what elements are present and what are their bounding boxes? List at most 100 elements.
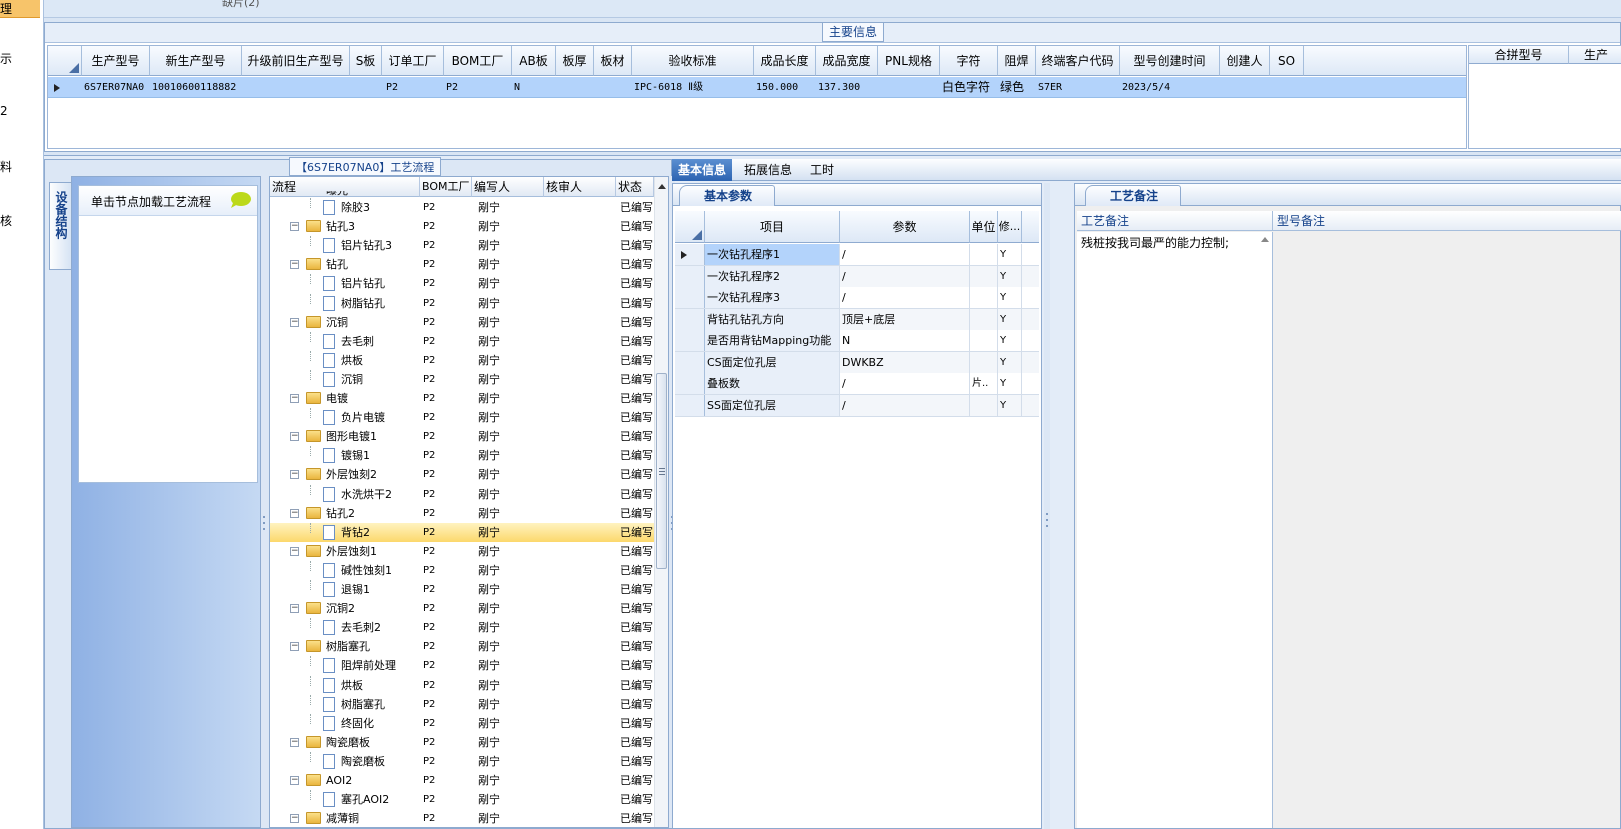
tree-scroll-thumb[interactable] bbox=[656, 373, 667, 569]
tab-work-hours[interactable]: 工时 bbox=[804, 159, 840, 181]
tree-header-status[interactable]: 状态 bbox=[616, 177, 654, 197]
left-nav-active-item[interactable]: 理 bbox=[0, 0, 40, 18]
param-row[interactable]: 一次钻孔程序2/ Y bbox=[675, 265, 1039, 288]
param-cell-modify[interactable]: Y bbox=[998, 330, 1022, 351]
param-cell-unit[interactable] bbox=[970, 308, 998, 330]
cell-customer-code[interactable]: S7ER bbox=[1036, 77, 1120, 98]
left-nav-item[interactable]: 示 bbox=[0, 50, 12, 67]
cell-model[interactable]: 6S7ER07NA0 bbox=[82, 77, 150, 98]
param-cell-item[interactable]: 一次钻孔程序1 bbox=[705, 244, 840, 265]
param-cell-value[interactable]: / bbox=[840, 373, 970, 394]
tab-basic-info[interactable]: 基本信息 bbox=[672, 159, 733, 181]
param-cell-unit[interactable]: 片.. bbox=[970, 373, 998, 394]
col-header-model[interactable]: 生产型号 bbox=[82, 46, 150, 76]
col-header-creator[interactable]: 创建人 bbox=[1220, 46, 1270, 76]
cell-material[interactable] bbox=[594, 77, 632, 98]
tree-row[interactable]: − 钻孔2 P2 剐宁 已编写 bbox=[270, 504, 654, 523]
col-header-thickness[interactable]: 板厚 bbox=[556, 46, 594, 76]
collapse-toggle-icon[interactable]: − bbox=[290, 604, 299, 614]
splitter-handle-remarks[interactable] bbox=[1044, 183, 1050, 829]
left-nav-item[interactable]: 料 bbox=[0, 158, 12, 175]
tree-row[interactable]: 树脂钻孔 P2 剐宁 已编写 bbox=[270, 293, 654, 313]
remark-scrollbar[interactable] bbox=[1258, 232, 1272, 828]
tree-header-reviewer[interactable]: 核审人 bbox=[544, 177, 616, 197]
col-header-order-factory[interactable]: 订单工厂 bbox=[382, 46, 444, 76]
cell-created-time[interactable]: 2023/5/4 bbox=[1120, 77, 1220, 98]
tree-row[interactable]: − 钻孔 P2 剐宁 已编写 bbox=[270, 255, 654, 274]
param-cell-unit[interactable] bbox=[970, 265, 998, 287]
cell-thickness[interactable] bbox=[556, 77, 594, 98]
tree-row[interactable]: − 沉铜 P2 剐宁 已编写 bbox=[270, 313, 654, 332]
model-remark-textarea[interactable] bbox=[1274, 232, 1620, 828]
param-row[interactable]: 是否用背钻Mapping功能 N Y bbox=[675, 330, 1039, 352]
cell-bom-factory[interactable]: P2 bbox=[444, 77, 512, 98]
col-header-so[interactable]: SO bbox=[1270, 46, 1304, 76]
param-row[interactable]: SS面定位孔层 / Y bbox=[675, 394, 1039, 417]
param-cell-item[interactable]: 一次钻孔程序3 bbox=[705, 287, 840, 308]
left-nav-item[interactable]: 核 bbox=[0, 212, 12, 229]
param-header-value[interactable]: 参数 bbox=[840, 211, 970, 243]
tree-row[interactable]: 终固化 P2 剐宁 已编写 bbox=[270, 713, 654, 733]
collapse-toggle-icon[interactable]: − bbox=[290, 546, 299, 556]
param-cell-unit[interactable] bbox=[970, 394, 998, 416]
scroll-up-icon[interactable] bbox=[656, 182, 668, 190]
tree-scrollbar[interactable] bbox=[654, 177, 668, 827]
param-header-item[interactable]: 项目 bbox=[705, 211, 840, 243]
tree-row[interactable]: − 外层蚀刻2 P2 剐宁 已编写 bbox=[270, 465, 654, 484]
cell-standard[interactable]: IPC-6018 Ⅱ级 bbox=[632, 77, 754, 98]
tree-row[interactable]: − 树脂塞孔 P2 剐宁 已编写 bbox=[270, 637, 654, 656]
collapse-toggle-icon[interactable]: − bbox=[290, 317, 299, 327]
col-header-ab-board[interactable]: AB板 bbox=[512, 46, 556, 76]
collapse-toggle-icon[interactable]: − bbox=[290, 432, 299, 442]
cell-old-model[interactable] bbox=[242, 77, 350, 98]
param-cell-modify[interactable]: Y bbox=[998, 351, 1022, 373]
tree-row[interactable]: 烘板 P2 剐宁 已编写 bbox=[270, 350, 654, 370]
col-header-s-board[interactable]: S板 bbox=[350, 46, 382, 76]
param-cell-modify[interactable]: Y bbox=[998, 265, 1022, 287]
param-cell-modify[interactable]: Y bbox=[998, 308, 1022, 330]
param-cell-item[interactable]: 是否用背钻Mapping功能 bbox=[705, 330, 840, 351]
tree-row[interactable]: 去毛刺2 P2 剐宁 已编写 bbox=[270, 618, 654, 637]
tree-header-bom[interactable]: BOM工厂 bbox=[420, 177, 472, 197]
param-cell-value[interactable]: 顶层+底层 bbox=[840, 308, 970, 330]
cell-order-factory[interactable]: P2 bbox=[384, 77, 444, 98]
param-cell-item[interactable]: 背钻孔钻孔方向 bbox=[705, 308, 840, 330]
tree-row[interactable]: 碱性蚀刻1 P2 剐宁 已编写 bbox=[270, 560, 654, 580]
param-cell-unit[interactable] bbox=[970, 287, 998, 308]
process-remark-textarea[interactable]: 残桩按我司最严的能力控制; bbox=[1077, 232, 1273, 828]
tree-row[interactable]: 水洗烘干2 P2 剐宁 已编写 bbox=[270, 484, 654, 504]
tree-row[interactable]: 树脂塞孔 P2 剐宁 已编写 bbox=[270, 694, 654, 714]
left-nav-item[interactable]: 2 bbox=[0, 104, 8, 118]
col-header-length[interactable]: 成品长度 bbox=[754, 46, 816, 76]
param-cell-modify[interactable]: Y bbox=[998, 373, 1022, 394]
param-cell-unit[interactable] bbox=[970, 330, 998, 351]
tree-row[interactable]: 烘板 P2 剐宁 已编写 bbox=[270, 675, 654, 695]
tree-row[interactable]: − AOI2 P2 剐宁 已编写 bbox=[270, 771, 654, 790]
col-header-created-time[interactable]: 型号创建时间 bbox=[1120, 46, 1220, 76]
param-row[interactable]: 一次钻孔程序3/ Y bbox=[675, 287, 1039, 309]
param-cell-item[interactable]: 叠板数 bbox=[705, 373, 840, 394]
param-cell-modify[interactable]: Y bbox=[998, 244, 1022, 265]
col-header-customer-code[interactable]: 终端客户代码 bbox=[1036, 46, 1120, 76]
collapse-toggle-icon[interactable]: − bbox=[290, 737, 299, 747]
param-cell-value[interactable]: N bbox=[840, 330, 970, 351]
param-cell-item[interactable]: CS面定位孔层 bbox=[705, 351, 840, 373]
tab-process-remarks[interactable]: 工艺备注 bbox=[1085, 185, 1182, 206]
col-header-bom-factory[interactable]: BOM工厂 bbox=[444, 46, 512, 76]
col-header-mask[interactable]: 阻焊 bbox=[998, 46, 1036, 76]
col-header-merge-model[interactable]: 合拼型号 bbox=[1469, 46, 1569, 64]
side-tab-equipment[interactable]: 设备结构 bbox=[49, 182, 71, 270]
tree-row[interactable]: − 减薄铜 P2 剐宁 已编写 bbox=[270, 809, 654, 827]
cell-s-board[interactable] bbox=[350, 77, 382, 98]
cell-mask[interactable]: 绿色 bbox=[998, 77, 1036, 98]
tree-row[interactable]: − 外层蚀刻1 P2 剐宁 已编写 bbox=[270, 542, 654, 561]
tree-row[interactable]: 负片电镀 P2 剐宁 已编写 bbox=[270, 408, 654, 427]
cell-length[interactable]: 150.000 bbox=[754, 77, 816, 98]
tree-header-writer[interactable]: 编写人 bbox=[472, 177, 544, 197]
param-header-modify[interactable]: 修... bbox=[998, 211, 1022, 243]
param-cell-item[interactable]: SS面定位孔层 bbox=[705, 394, 840, 416]
tree-row[interactable]: − 陶瓷磨板 P2 剐宁 已编写 bbox=[270, 733, 654, 752]
param-row[interactable]: CS面定位孔层 DWKBZ Y bbox=[675, 351, 1039, 374]
tree-row[interactable]: 镀锡1 P2 剐宁 已编写 bbox=[270, 446, 654, 465]
cell-ab-board[interactable]: N bbox=[512, 77, 556, 98]
